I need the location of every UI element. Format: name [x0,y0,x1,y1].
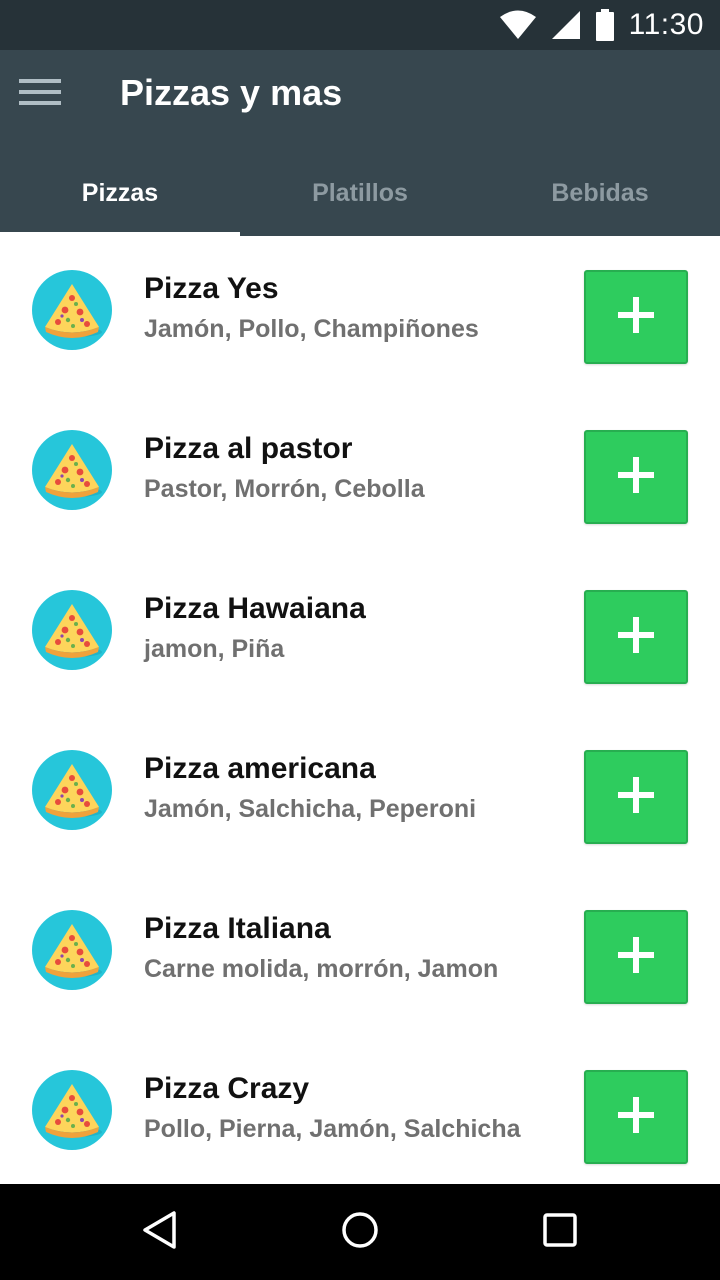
plus-icon [616,615,656,660]
recents-icon [540,1210,580,1255]
list-item[interactable]: Pizza Hawaiana jamon, Piña [0,556,720,716]
item-title: Pizza Hawaiana [144,592,366,625]
tab-bar: Pizzas Platillos Bebidas [0,150,720,236]
add-button[interactable] [584,590,688,684]
home-button[interactable] [320,1204,400,1260]
add-button[interactable] [584,270,688,364]
tab-platillos[interactable]: Platillos [240,150,480,236]
item-ingredients: Jamón, Salchicha, Peperoni [144,795,477,823]
plus-icon [616,1095,656,1140]
plus-icon [616,295,656,340]
status-time: 11:30 [628,8,704,41]
list-item[interactable]: Pizza Italiana Carne molida, morrón, Jam… [0,876,720,1036]
add-button[interactable] [584,430,688,524]
item-ingredients: jamon, Piña [144,635,285,663]
pizza-slice-icon [32,750,112,830]
add-button[interactable] [584,910,688,1004]
tab-label: Bebidas [551,178,649,207]
item-title: Pizza Yes [144,272,279,305]
plus-icon [616,935,656,980]
recents-button[interactable] [520,1204,600,1260]
add-button[interactable] [584,750,688,844]
plus-icon [616,775,656,820]
pizza-slice-icon [32,910,112,990]
item-ingredients: Jamón, Pollo, Champiñones [144,315,479,343]
navigation-bar [0,1184,720,1280]
item-title: Pizza al pastor [144,432,353,465]
item-ingredients: Pastor, Morrón, Cebolla [144,475,425,503]
pizza-list: Pizza Yes Jamón, Pollo, Champiñones Pizz… [0,236,720,1184]
item-title: Pizza Italiana [144,912,331,945]
plus-icon [616,455,656,500]
wifi-icon [499,10,537,40]
back-button[interactable] [120,1204,200,1260]
tab-label: Pizzas [81,178,159,207]
battery-icon [595,9,615,41]
tab-label: Platillos [312,178,408,207]
item-title: Pizza Crazy [144,1072,310,1105]
home-icon [340,1210,380,1255]
item-ingredients: Pollo, Pierna, Jamón, Salchicha [144,1115,521,1143]
app-bar: Pizzas y mas Pizzas Platillos Bebidas [0,50,720,236]
page-title: Pizzas y mas [120,72,343,113]
pizza-slice-icon [32,590,112,670]
cell-signal-icon [551,10,581,40]
list-item[interactable]: Pizza al pastor Pastor, Morrón, Cebolla [0,396,720,556]
list-item[interactable]: Pizza americana Jamón, Salchicha, Pepero… [0,716,720,876]
status-bar: 11:30 [0,0,720,50]
pizza-slice-icon [32,430,112,510]
menu-button[interactable] [14,70,66,118]
tab-pizzas[interactable]: Pizzas [0,150,240,236]
back-icon [140,1210,180,1255]
pizza-slice-icon [32,270,112,350]
tab-bebidas[interactable]: Bebidas [480,150,720,236]
hamburger-menu-icon [19,77,61,112]
pizza-slice-icon [32,1070,112,1150]
item-ingredients: Carne molida, morrón, Jamon [144,955,499,983]
item-title: Pizza americana [144,752,376,785]
list-item[interactable]: Pizza Crazy Pollo, Pierna, Jamón, Salchi… [0,1036,720,1184]
list-item[interactable]: Pizza Yes Jamón, Pollo, Champiñones [0,236,720,396]
app-screen: 11:30 Pizzas y mas Pizzas Platillos Bebi… [0,0,720,1280]
add-button[interactable] [584,1070,688,1164]
